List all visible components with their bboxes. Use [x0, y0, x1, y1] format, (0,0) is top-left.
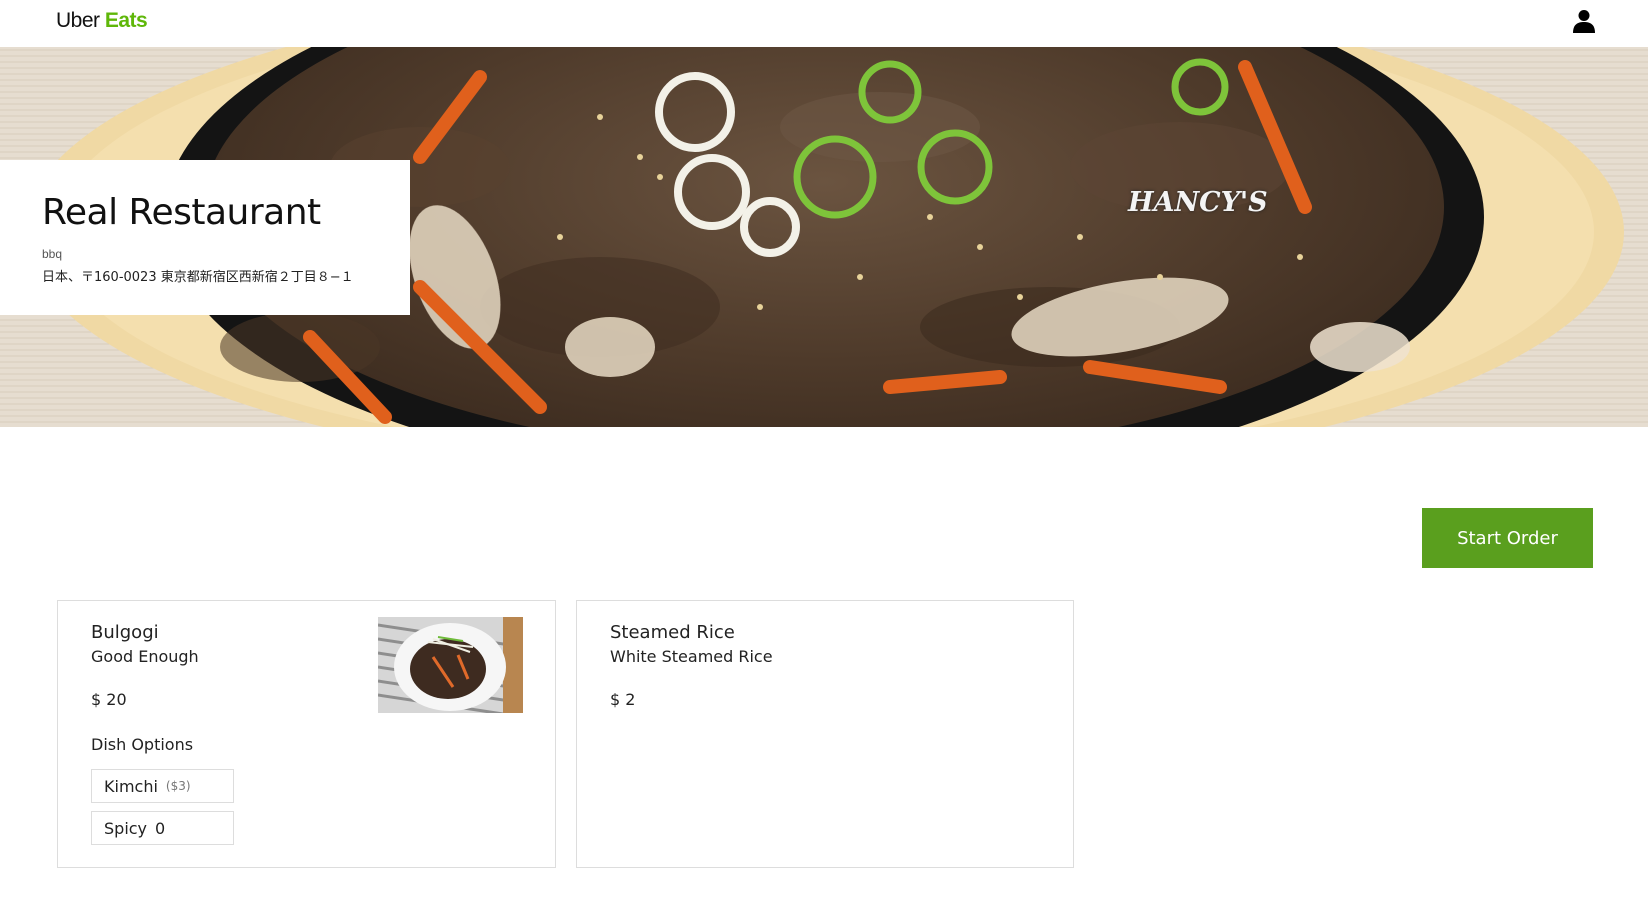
restaurant-address: 日本、〒160-0023 東京都新宿区西新宿２丁目８−１: [42, 270, 354, 285]
uber-eats-logo[interactable]: Uber Eats: [56, 9, 148, 33]
dish-option-spicy[interactable]: Spicy 0: [91, 811, 234, 845]
hero-watermark: HANCY'S: [1128, 187, 1268, 218]
dish-photo: [378, 617, 523, 713]
dish-option-kimchi[interactable]: Kimchi ($3): [91, 769, 234, 803]
restaurant-info-card: Real Restaurant bbq 日本、〒160-0023 東京都新宿区西…: [0, 160, 410, 315]
top-nav: Uber Eats: [0, 0, 1648, 47]
dish-description: Good Enough: [91, 647, 199, 666]
user-icon[interactable]: [1573, 9, 1595, 33]
dish-description: White Steamed Rice: [610, 647, 773, 666]
dish-name: Bulgogi: [91, 622, 159, 643]
option-count: 0: [155, 818, 166, 838]
dish-name: Steamed Rice: [610, 622, 735, 643]
dish-options-title: Dish Options: [91, 735, 194, 754]
dish-price: $ 20: [91, 690, 127, 709]
start-order-button[interactable]: Start Order: [1422, 508, 1593, 568]
option-name: Spicy: [104, 818, 148, 838]
restaurant-category: bbq: [42, 247, 63, 261]
logo-eats-text: Eats: [104, 9, 148, 32]
restaurant-hero-banner: HANCY'S Real Restaurant bbq 日本、〒160-0023…: [0, 47, 1648, 427]
dish-card-bulgogi[interactable]: Bulgogi Good Enough $ 20 Dish Options Ki…: [57, 600, 556, 868]
option-extra-price: ($3): [165, 779, 191, 793]
dish-price: $ 2: [610, 690, 636, 709]
option-name: Kimchi: [104, 776, 158, 796]
restaurant-name: Real Restaurant: [42, 192, 321, 233]
logo-uber-text: Uber: [56, 9, 100, 32]
dish-card-steamed-rice[interactable]: Steamed Rice White Steamed Rice $ 2: [576, 600, 1074, 868]
